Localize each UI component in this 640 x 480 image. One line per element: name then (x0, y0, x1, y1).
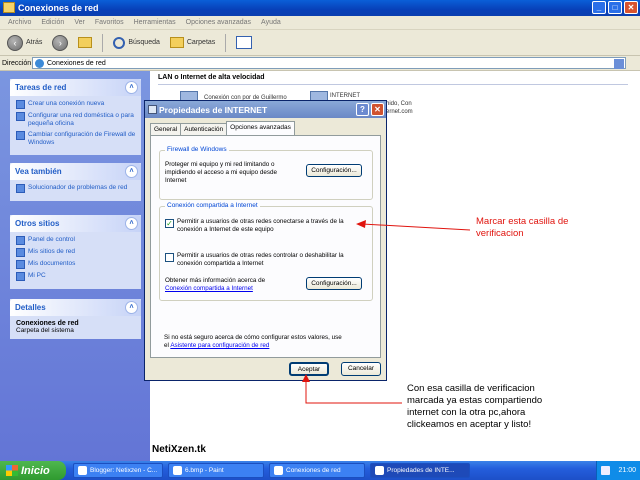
network-tray-icon[interactable] (601, 466, 610, 475)
annotation-mark-checkbox: Marcar esta casilla de verificacion (476, 216, 569, 239)
taskbar-item-paint[interactable]: 6.bmp - Paint (168, 463, 264, 478)
taskbar-label: Blogger: Netixzen - C... (90, 467, 158, 474)
paint-icon (173, 466, 182, 475)
system-tray: 21:00 (596, 461, 640, 480)
taskbar-item-propiedades[interactable]: Propiedades de INTE... (370, 463, 470, 478)
windows-logo-icon (6, 465, 18, 476)
taskbar-label: Propiedades de INTE... (387, 467, 455, 474)
clock: 21:00 (618, 467, 636, 474)
start-button[interactable]: Inicio (0, 461, 66, 480)
browser-icon (78, 466, 87, 475)
annotation-accept: Con esa casilla de verificacion marcada … (407, 383, 543, 430)
arrow-to-checkbox (361, 223, 471, 231)
arrow-to-accept (305, 380, 402, 404)
arrowhead-accept (302, 374, 310, 382)
arrowhead-checkbox (356, 220, 366, 228)
folder-icon (274, 466, 283, 475)
taskbar-label: Conexiones de red (286, 467, 341, 474)
connection-icon (375, 466, 384, 475)
taskbar: Inicio Blogger: Netixzen - C... 6.bmp - … (0, 461, 640, 480)
tab-opciones-avanzadas[interactable]: Opciones avanzadas (226, 121, 295, 135)
taskbar-item-blogger[interactable]: Blogger: Netixzen - C... (73, 463, 163, 478)
taskbar-label: 6.bmp - Paint (185, 467, 224, 474)
start-label: Inicio (21, 464, 50, 477)
taskbar-item-conexiones[interactable]: Conexiones de red (269, 463, 365, 478)
